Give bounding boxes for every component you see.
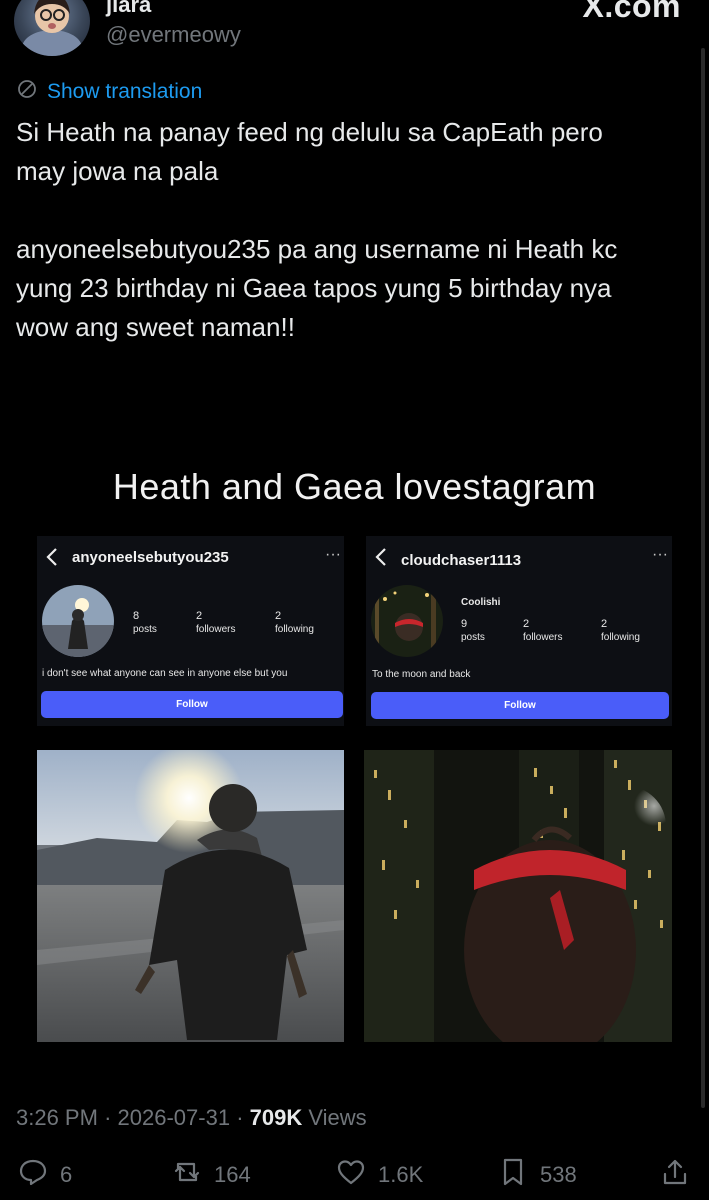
following-label: following — [601, 632, 640, 643]
posts-label: posts — [461, 632, 485, 643]
tweet-text: Si Heath na panay feed ng delulu sa CapE… — [16, 117, 618, 342]
following-stat: 2 following — [601, 618, 640, 644]
followers-stat: 2 followers — [523, 618, 562, 644]
author-handle[interactable]: @evermeowy — [106, 22, 241, 48]
follow-button: Follow — [371, 692, 669, 719]
followers-count: 2 — [523, 618, 530, 630]
views-label: Views — [308, 1105, 367, 1130]
profile-picture — [42, 585, 114, 657]
posts-label: posts — [133, 624, 157, 635]
profile-bio: i don't see what anyone can see in anyon… — [42, 668, 288, 679]
photo-man-walking — [37, 750, 344, 1042]
collage-title: Heath and Gaea lovestagram — [112, 466, 597, 507]
repost-count: 164 — [214, 1162, 251, 1187]
bookmark-icon — [498, 1157, 528, 1193]
posts-count: 8 — [133, 610, 140, 622]
scrollbar[interactable] — [701, 48, 705, 1108]
follow-button: Follow — [41, 691, 343, 718]
following-label: following — [275, 624, 314, 635]
back-icon — [45, 547, 59, 567]
following-count: 2 — [275, 610, 282, 622]
show-translation-link[interactable]: Show translation — [16, 78, 202, 106]
profile-bio: To the moon and back — [372, 669, 471, 680]
author-display-name[interactable]: jiara — [106, 0, 151, 18]
following-stat: 2 following — [275, 610, 314, 636]
show-translation-label: Show translation — [47, 80, 203, 103]
heart-icon — [336, 1157, 366, 1193]
more-icon: ··· — [325, 546, 341, 563]
more-icon: ··· — [652, 546, 668, 563]
reply-count: 6 — [60, 1162, 73, 1187]
author-avatar[interactable] — [14, 0, 90, 56]
followers-label: followers — [523, 632, 563, 643]
posts-stat: 8 posts — [133, 610, 157, 636]
photo-girl-red-headband — [364, 750, 672, 1042]
tweet-action-bar: 6 164 1.6K 538 — [0, 1157, 709, 1197]
followers-stat: 2 followers — [196, 610, 235, 636]
posts-count: 9 — [461, 618, 468, 630]
instagram-profile-card-left: anyoneelsebutyou235 ··· 8 posts 2 follow… — [37, 536, 344, 726]
repost-icon — [172, 1157, 202, 1193]
share-button[interactable] — [660, 1157, 690, 1193]
posts-stat: 9 posts — [461, 618, 485, 644]
meta-separator: · — [236, 1105, 244, 1130]
views-count: 709K — [249, 1105, 303, 1130]
bookmark-count: 538 — [540, 1162, 577, 1187]
tweet-time[interactable]: 3:26 PM — [16, 1105, 98, 1130]
translate-icon — [16, 78, 38, 106]
profile-username: cloudchaser1113 — [401, 552, 522, 569]
profile-display-name: Coolishi — [461, 597, 501, 608]
reply-button[interactable]: 6 — [18, 1157, 72, 1193]
tweet-meta: 3:26 PM · 2026-07-31 · 709K Views — [16, 1105, 367, 1131]
followers-count: 2 — [196, 610, 203, 622]
share-icon — [660, 1157, 690, 1193]
instagram-profile-card-right: cloudchaser1113 ··· Coolishi 9 posts 2 f… — [366, 536, 672, 726]
repost-button[interactable]: 164 — [172, 1157, 251, 1193]
following-count: 2 — [601, 618, 608, 630]
like-count: 1.6K — [378, 1162, 424, 1187]
like-button[interactable]: 1.6K — [336, 1157, 423, 1193]
followers-label: followers — [196, 624, 236, 635]
profile-picture — [371, 585, 443, 657]
bookmark-button[interactable]: 538 — [498, 1157, 577, 1193]
tweet-date[interactable]: 2026-07-31 — [118, 1105, 231, 1130]
profile-username: anyoneelsebutyou235 — [72, 549, 229, 566]
x-brand-logo: X.com — [582, 0, 681, 24]
back-icon — [374, 547, 388, 567]
meta-separator: · — [104, 1105, 112, 1130]
reply-icon — [18, 1157, 48, 1193]
